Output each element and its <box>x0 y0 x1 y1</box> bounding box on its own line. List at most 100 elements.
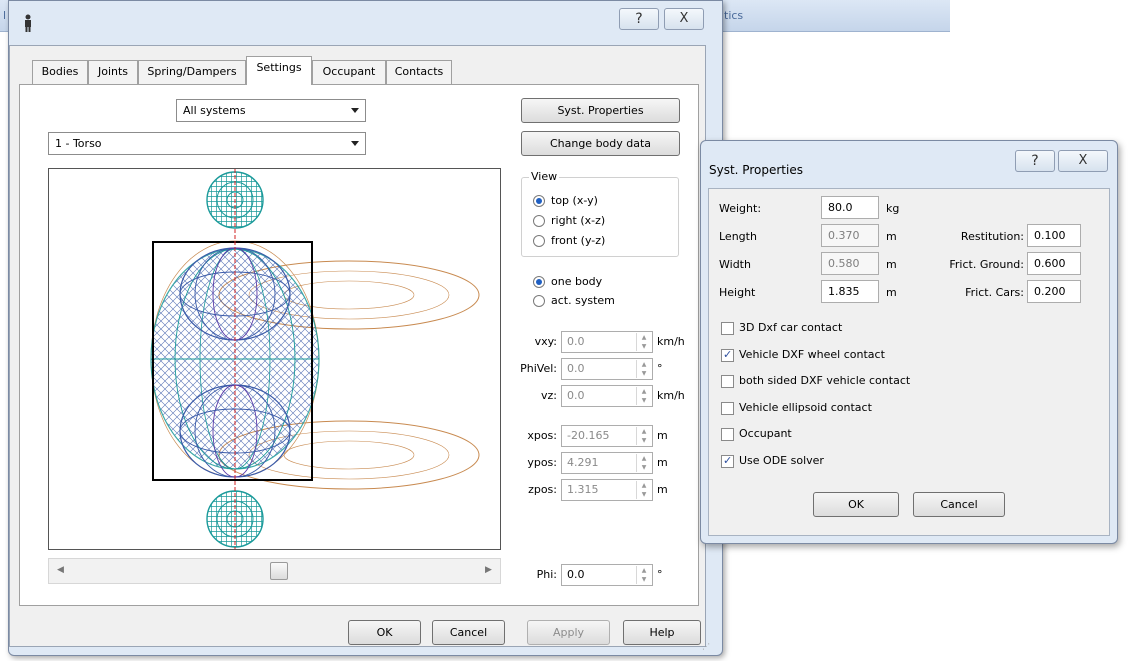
spin-down-icon[interactable]: ▼ <box>636 575 651 584</box>
view-group-title: View <box>529 170 560 183</box>
spin-down-icon[interactable]: ▼ <box>636 436 651 445</box>
frict-cars-label: Frict. Cars: <box>965 286 1024 299</box>
spin-down-icon[interactable]: ▼ <box>636 490 651 499</box>
close-icon[interactable]: X <box>1058 150 1108 172</box>
phi-label: Phi: <box>536 568 557 581</box>
vxy-value: 0.0 <box>567 335 585 348</box>
spin-down-icon[interactable]: ▼ <box>636 463 651 472</box>
spin-down-icon[interactable]: ▼ <box>636 396 651 405</box>
spin-up-icon[interactable]: ▲ <box>636 333 651 342</box>
vz-unit: km/h <box>657 389 685 402</box>
frict-cars-input[interactable]: 0.200 <box>1027 280 1081 303</box>
xpos-unit: m <box>657 429 668 442</box>
scroll-left-icon[interactable]: ◀ <box>57 565 64 575</box>
ok-button[interactable]: OK <box>348 620 421 645</box>
scrollbar-thumb[interactable] <box>270 562 288 580</box>
checkbox-use-ode-solver[interactable] <box>721 454 734 468</box>
vz-value: 0.0 <box>567 389 585 402</box>
label-occupant: Occupant <box>739 427 792 440</box>
body-select[interactable]: 1 - Torso <box>48 132 366 155</box>
view-front-radio[interactable] <box>533 235 545 247</box>
vz-spinbox[interactable]: 0.0 ▲ ▼ <box>561 385 653 407</box>
act-system-radio[interactable] <box>533 295 545 307</box>
syst-properties-button[interactable]: Syst. Properties <box>521 98 680 123</box>
model-viewport[interactable] <box>48 168 501 550</box>
apply-button[interactable]: Apply <box>527 620 610 645</box>
length-input[interactable]: 0.370 <box>821 224 879 247</box>
spin-down-icon[interactable]: ▼ <box>636 369 651 378</box>
label-vehicle-ellipsoid-contact: Vehicle ellipsoid contact <box>739 401 872 414</box>
checkbox-vehicle-ellipsoid-contact[interactable] <box>721 402 734 415</box>
phivel-spinbox[interactable]: 0.0 ▲ ▼ <box>561 358 653 380</box>
checkbox-vehicle-dxf-wheel-contact[interactable] <box>721 348 734 362</box>
weight-unit: kg <box>886 202 900 215</box>
system-select[interactable]: All systems <box>176 99 366 122</box>
help-button[interactable]: Help <box>623 620 701 645</box>
frict-ground-input[interactable]: 0.600 <box>1027 252 1081 275</box>
ypos-label: ypos: <box>527 456 557 469</box>
phi-unit: ° <box>657 568 663 581</box>
label-3d-dxf-car-contact: 3D Dxf car contact <box>739 321 843 334</box>
syst-cancel-button[interactable]: Cancel <box>913 492 1005 517</box>
phivel-value: 0.0 <box>567 362 585 375</box>
view-top-label: top (x-y) <box>551 194 598 207</box>
width-input[interactable]: 0.580 <box>821 252 879 275</box>
restitution-input[interactable]: 0.100 <box>1027 224 1081 247</box>
phi-spinbox[interactable]: 0.0 ▲ ▼ <box>561 564 653 586</box>
weight-input[interactable]: 80.0 <box>821 196 879 219</box>
close-icon[interactable]: X <box>664 8 704 30</box>
scroll-right-icon[interactable]: ▶ <box>485 565 492 575</box>
checkbox-3d-dxf-car-contact[interactable] <box>721 322 734 335</box>
tab-contacts[interactable]: Contacts <box>386 60 452 84</box>
xpos-spinbox[interactable]: -20.165 ▲ ▼ <box>561 425 653 447</box>
spin-up-icon[interactable]: ▲ <box>636 360 651 369</box>
chevron-down-icon <box>351 108 359 113</box>
checkbox-occupant[interactable] <box>721 428 734 441</box>
view-right-radio[interactable] <box>533 215 545 227</box>
height-input[interactable]: 1.835 <box>821 280 879 303</box>
phi-value: 0.0 <box>567 568 585 581</box>
help-icon[interactable]: ? <box>1015 150 1055 172</box>
background-text-fragment: l <box>3 9 7 22</box>
tab-bodies[interactable]: Bodies <box>32 60 88 84</box>
ypos-spinbox[interactable]: 4.291 ▲ ▼ <box>561 452 653 474</box>
occupant-wireframe-drawing <box>150 169 480 549</box>
chevron-down-icon <box>351 141 359 146</box>
zpos-value: 1.315 <box>567 483 599 496</box>
resize-grip-icon[interactable]: ⋰ <box>702 642 710 651</box>
spin-up-icon[interactable]: ▲ <box>636 454 651 463</box>
help-icon[interactable]: ? <box>619 8 659 30</box>
spin-down-icon[interactable]: ▼ <box>636 342 651 351</box>
syst-ok-button[interactable]: OK <box>813 492 899 517</box>
act-system-label: act. system <box>551 294 615 307</box>
body-select-value: 1 - Torso <box>55 137 102 150</box>
ypos-unit: m <box>657 456 668 469</box>
viewport-horizontal-scrollbar[interactable]: ◀ ▶ <box>48 558 501 584</box>
zpos-unit: m <box>657 483 668 496</box>
checkbox-both-sided-dxf-vehicle-contact[interactable] <box>721 375 734 388</box>
view-right-label: right (x-z) <box>551 214 606 227</box>
xpos-value: -20.165 <box>567 429 610 442</box>
spin-up-icon[interactable]: ▲ <box>636 387 651 396</box>
label-both-sided-dxf-vehicle-contact: both sided DXF vehicle contact <box>739 374 911 387</box>
vz-label: vz: <box>541 389 557 402</box>
tab-settings[interactable]: Settings <box>246 56 312 85</box>
tab-spring-dampers[interactable]: Spring/Dampers <box>138 60 246 84</box>
one-body-label: one body <box>551 275 603 288</box>
view-top-radio[interactable] <box>533 195 545 207</box>
syst-properties-title: Syst. Properties <box>709 163 803 177</box>
ypos-value: 4.291 <box>567 456 599 469</box>
one-body-radio[interactable] <box>533 276 545 288</box>
zpos-spinbox[interactable]: 1.315 ▲ ▼ <box>561 479 653 501</box>
label-vehicle-dxf-wheel-contact: Vehicle DXF wheel contact <box>739 348 885 361</box>
xpos-label: xpos: <box>527 429 557 442</box>
spin-up-icon[interactable]: ▲ <box>636 481 651 490</box>
tab-joints[interactable]: Joints <box>88 60 138 84</box>
vxy-spinbox[interactable]: 0.0 ▲ ▼ <box>561 331 653 353</box>
tab-occupant[interactable]: Occupant <box>312 60 386 84</box>
spin-up-icon[interactable]: ▲ <box>636 566 651 575</box>
spin-up-icon[interactable]: ▲ <box>636 427 651 436</box>
change-body-data-button[interactable]: Change body data <box>521 131 680 156</box>
cancel-button[interactable]: Cancel <box>432 620 505 645</box>
app-icon <box>20 12 36 34</box>
